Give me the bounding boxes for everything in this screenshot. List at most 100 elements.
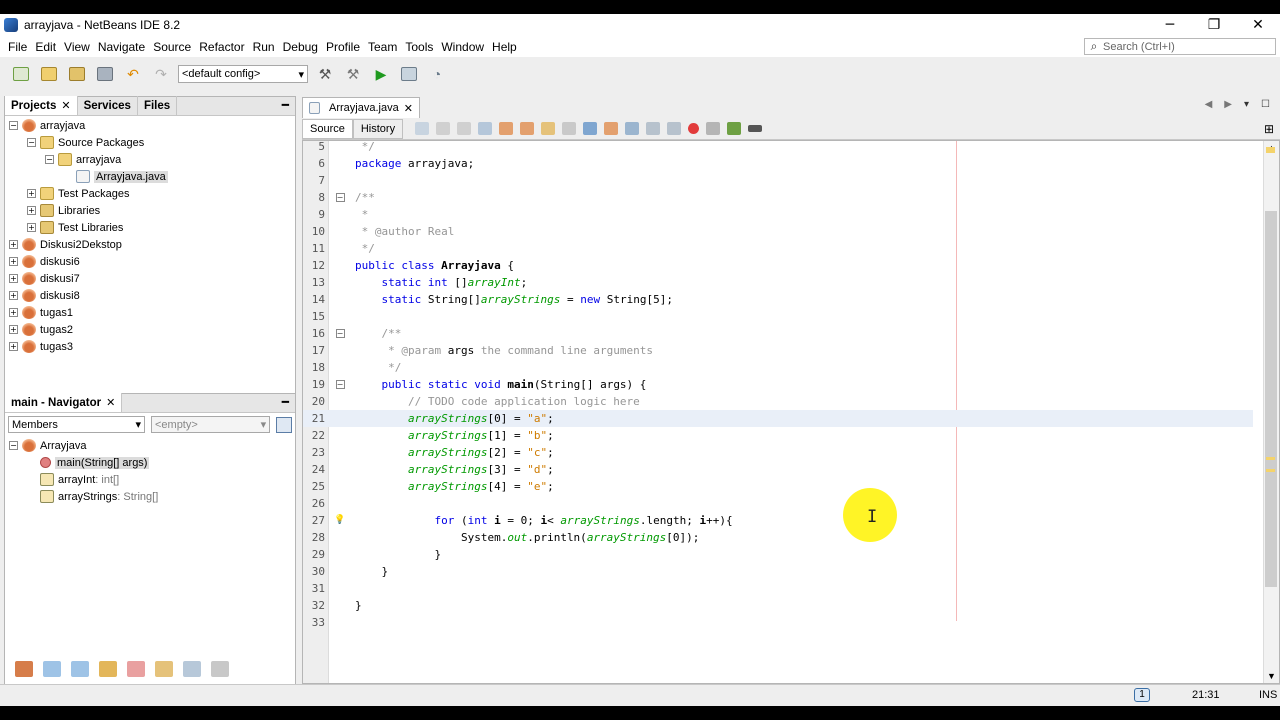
code-line[interactable]: 11 */	[303, 240, 1253, 257]
open-project-icon[interactable]	[66, 63, 88, 85]
close-button[interactable]: ✕	[1236, 14, 1280, 36]
code-line[interactable]: 23 arrayStrings[2] = "c";	[303, 444, 1253, 461]
shift-right-icon[interactable]	[667, 122, 682, 135]
tree-item[interactable]: − arrayjava	[5, 117, 295, 134]
profile-icon[interactable]: ◔	[426, 63, 448, 85]
code-line[interactable]: 18 */	[303, 359, 1253, 376]
menu-debug[interactable]: Debug	[279, 40, 322, 54]
clean-build-icon[interactable]: ⚒	[342, 63, 364, 85]
code-line[interactable]: 13 static int []arrayInt;	[303, 274, 1253, 291]
show-non-public-icon[interactable]	[99, 661, 117, 677]
previous-bookmark-icon[interactable]	[583, 122, 598, 135]
tree-item[interactable]: + tugas1	[5, 304, 295, 321]
code-line[interactable]: 30 }	[303, 563, 1253, 580]
tree-item[interactable]: + Diskusi2Dekstop	[5, 236, 295, 253]
fold-toggle-icon[interactable]: −	[335, 193, 345, 202]
fqn-icon[interactable]	[155, 661, 173, 677]
scrollbar-thumb[interactable]	[1265, 211, 1277, 587]
new-project-icon[interactable]	[38, 63, 60, 85]
maximize-button[interactable]: ❐	[1192, 14, 1236, 36]
code-line[interactable]: 16 − /**	[303, 325, 1253, 342]
tab-services[interactable]: Services	[78, 96, 138, 115]
find-next-icon[interactable]	[520, 122, 535, 135]
hint-bulb-icon[interactable]: 💡	[334, 512, 345, 529]
code-line[interactable]: 21 arrayStrings[0] = "a";	[303, 410, 1253, 427]
menu-edit[interactable]: Edit	[31, 40, 60, 54]
search-box[interactable]: ⌕ Search (Ctrl+I)	[1084, 38, 1276, 55]
expand-icon[interactable]: +	[9, 325, 18, 334]
minimize-panel-icon[interactable]: ━	[282, 98, 289, 112]
stop-macro-icon[interactable]	[706, 122, 721, 135]
tree-item[interactable]: arrayStrings : String[]	[5, 488, 295, 505]
record-macro-icon[interactable]	[688, 123, 700, 134]
config-select[interactable]: <default config> ▾	[178, 65, 308, 83]
chevron-down-icon[interactable]: ▾	[1244, 99, 1249, 110]
toggle-highlight-icon[interactable]	[541, 122, 556, 135]
show-inherited-icon[interactable]	[15, 661, 33, 677]
tab-files[interactable]: Files	[138, 96, 178, 115]
expand-icon[interactable]: +	[9, 257, 18, 266]
code-line[interactable]: 22 arrayStrings[1] = "b";	[303, 427, 1253, 444]
code-line[interactable]: 7	[303, 172, 1253, 189]
code-line[interactable]: 26	[303, 495, 1253, 512]
code-line[interactable]: 28 System.out.println(arrayStrings[0]);	[303, 529, 1253, 546]
run-icon[interactable]: ▶	[370, 63, 392, 85]
expand-icon[interactable]: +	[27, 223, 36, 232]
minimize-button[interactable]: ─	[1148, 14, 1192, 36]
error-stripe-marker[interactable]	[1266, 147, 1275, 153]
fold-toggle-icon[interactable]: −	[335, 329, 345, 338]
tree-item[interactable]: + tugas3	[5, 338, 295, 355]
tree-item[interactable]: − Arrayjava	[5, 437, 295, 454]
tree-item[interactable]: + diskusi7	[5, 270, 295, 287]
scroll-down-icon[interactable]: ▼	[1267, 671, 1276, 681]
new-file-icon[interactable]	[10, 63, 32, 85]
vertical-scrollbar[interactable]: ▲ ▼	[1263, 141, 1279, 683]
find-icon[interactable]	[478, 122, 493, 135]
minimize-panel-icon[interactable]: ━	[282, 395, 289, 409]
toggle-bookmark-icon[interactable]	[625, 122, 640, 135]
back-icon[interactable]	[436, 122, 451, 135]
undo-icon[interactable]: ↶	[122, 63, 144, 85]
expand-icon[interactable]: +	[9, 274, 18, 283]
menu-help[interactable]: Help	[488, 40, 521, 54]
menu-tools[interactable]: Tools	[401, 40, 437, 54]
close-icon[interactable]: ✕	[61, 99, 70, 112]
scroll-right-icon[interactable]: ▶	[1224, 99, 1232, 110]
code-line[interactable]: 9 *	[303, 206, 1253, 223]
code-line[interactable]: 10 * @author Real	[303, 223, 1253, 240]
split-editor-icon[interactable]: ⊞	[1264, 122, 1274, 136]
menu-profile[interactable]: Profile	[322, 40, 364, 54]
code-line[interactable]: 29 }	[303, 546, 1253, 563]
toggle-selection-icon[interactable]	[562, 122, 577, 135]
expand-icon[interactable]: +	[9, 291, 18, 300]
tree-item[interactable]: arrayInt : int[]	[5, 471, 295, 488]
tree-item[interactable]: + Test Packages	[5, 185, 295, 202]
code-line[interactable]: 19 − public static void main(String[] arg…	[303, 376, 1253, 393]
sort-by-source-icon[interactable]	[211, 661, 229, 677]
code-line[interactable]: 24 arrayStrings[3] = "d";	[303, 461, 1253, 478]
shift-left-icon[interactable]	[646, 122, 661, 135]
history-button[interactable]: History	[352, 118, 404, 139]
show-static-icon[interactable]	[71, 661, 89, 677]
menu-source[interactable]: Source	[149, 40, 195, 54]
collapse-icon[interactable]: −	[9, 441, 18, 450]
tree-item[interactable]: − arrayjava	[5, 151, 295, 168]
uncomment-icon[interactable]	[748, 125, 763, 132]
error-stripe-marker[interactable]	[1266, 469, 1275, 472]
code-line[interactable]: 25 arrayStrings[4] = "e";	[303, 478, 1253, 495]
expand-icon[interactable]: +	[9, 342, 18, 351]
expand-icon[interactable]: +	[27, 189, 36, 198]
code-line[interactable]: 15	[303, 308, 1253, 325]
expand-icon[interactable]: +	[27, 206, 36, 215]
build-icon[interactable]: ⚒	[314, 63, 336, 85]
code-editor[interactable]: 5 */6 package arrayjava; 7 8−/** 9 * 10 * @au…	[302, 140, 1280, 684]
menu-view[interactable]: View	[60, 40, 94, 54]
collapse-icon[interactable]: −	[9, 121, 18, 130]
tree-item[interactable]: + Libraries	[5, 202, 295, 219]
last-edit-icon[interactable]	[415, 122, 430, 135]
show-fields-icon[interactable]	[43, 661, 61, 677]
menu-navigate[interactable]: Navigate	[94, 40, 149, 54]
code-line[interactable]: 33	[303, 614, 1253, 631]
code-line[interactable]: 20 // TODO code application logic here	[303, 393, 1253, 410]
code-line[interactable]: 6 package arrayjava;	[303, 155, 1253, 172]
